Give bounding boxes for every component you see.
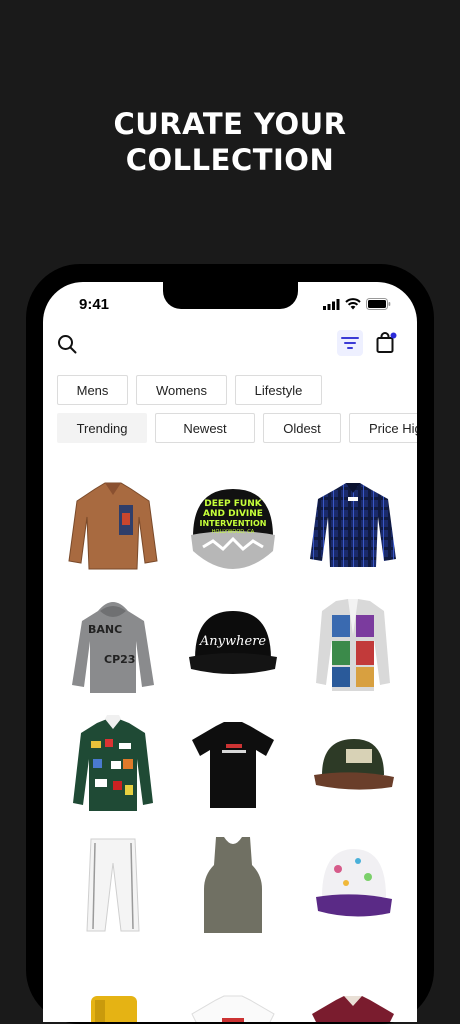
product-image — [312, 996, 394, 1022]
chip-newest[interactable]: Newest — [155, 413, 255, 443]
cap-text-line-4: HOLLYWOOD, CA — [212, 529, 255, 535]
product-image — [192, 722, 274, 808]
product-card-black-deep-funk-cap[interactable]: DEEP FUNK AND DIVINE INTERVENTION HOLLYW… — [177, 467, 289, 583]
product-card-black-tee[interactable] — [177, 707, 289, 823]
product-card-green-brown-cap[interactable] — [297, 707, 409, 823]
category-filter-row: Mens Womens Lifestyle — [57, 375, 322, 405]
chip-mens[interactable]: Mens — [57, 375, 128, 405]
product-card-white-tee[interactable] — [177, 947, 289, 1022]
product-card-grey-tank-top[interactable] — [177, 827, 289, 943]
product-card-purple-print-cap[interactable] — [297, 827, 409, 943]
cart-badge-dot — [390, 332, 397, 339]
hoodie-text-2: CP23 — [104, 653, 135, 666]
hoodie-text-1: BANC — [88, 623, 122, 636]
product-image — [314, 739, 394, 790]
chip-trending[interactable]: Trending — [57, 413, 147, 443]
product-image — [316, 849, 392, 917]
cap-anywhere-text: Anywhere — [199, 634, 267, 649]
product-image: Anywhere — [189, 611, 277, 674]
product-image — [316, 599, 390, 691]
headline-line-2: COLLECTION — [125, 143, 335, 177]
product-card-green-patch-rugby-shirt[interactable] — [57, 707, 169, 823]
product-image — [68, 482, 158, 570]
status-time: 9:41 — [79, 296, 110, 313]
cap-text-line-3: INTERVENTION — [199, 519, 266, 528]
product-image — [204, 837, 262, 933]
filter-icon — [341, 337, 359, 349]
product-card-brown-work-jacket[interactable] — [57, 467, 169, 583]
battery-icon — [366, 298, 391, 310]
product-image — [91, 996, 137, 1022]
product-card-black-anywhere-cap[interactable]: Anywhere — [177, 587, 289, 703]
phone-notch — [163, 282, 298, 309]
chip-lifestyle[interactable]: Lifestyle — [235, 375, 322, 405]
product-image — [310, 483, 396, 567]
chip-womens[interactable]: Womens — [136, 375, 227, 405]
product-card-yellow-boots[interactable] — [57, 947, 169, 1022]
shopping-bag-icon — [376, 332, 397, 353]
product-image — [73, 715, 153, 811]
promo-headline: CURATE YOUR COLLECTION — [0, 106, 460, 178]
chip-oldest[interactable]: Oldest — [263, 413, 341, 443]
sort-filter-row: Trending Newest Oldest Price High — [57, 413, 417, 443]
chip-price-high[interactable]: Price High — [349, 413, 417, 443]
app-screen: 9:41 Mens Womens Lifestyle Trending Newe… — [43, 282, 417, 1022]
headline-line-1: CURATE YOUR — [113, 107, 347, 141]
product-image — [191, 995, 275, 1022]
product-card-white-jeans[interactable] — [57, 827, 169, 943]
status-icons — [323, 298, 391, 310]
cap-text-line-2: AND DIVINE — [203, 509, 263, 519]
product-card-blue-plaid-jacket[interactable] — [297, 467, 409, 583]
product-grid: DEEP FUNK AND DIVINE INTERVENTION HOLLYW… — [57, 467, 409, 1022]
product-card-grey-hoodie[interactable]: BANC CP23 — [57, 587, 169, 703]
product-image: DEEP FUNK AND DIVINE INTERVENTION HOLLYW… — [191, 489, 275, 569]
top-bar — [43, 330, 417, 360]
search-icon[interactable] — [56, 333, 78, 355]
product-image — [86, 838, 140, 932]
filter-button[interactable] — [337, 330, 363, 356]
product-image: BANC CP23 — [72, 602, 154, 693]
product-card-patterned-cardigan[interactable] — [297, 587, 409, 703]
cap-text-line-1: DEEP FUNK — [204, 499, 262, 509]
cart-button[interactable] — [374, 331, 398, 355]
signal-icon — [323, 298, 340, 310]
product-card-maroon-jersey[interactable] — [297, 947, 409, 1022]
wifi-icon — [345, 298, 361, 310]
